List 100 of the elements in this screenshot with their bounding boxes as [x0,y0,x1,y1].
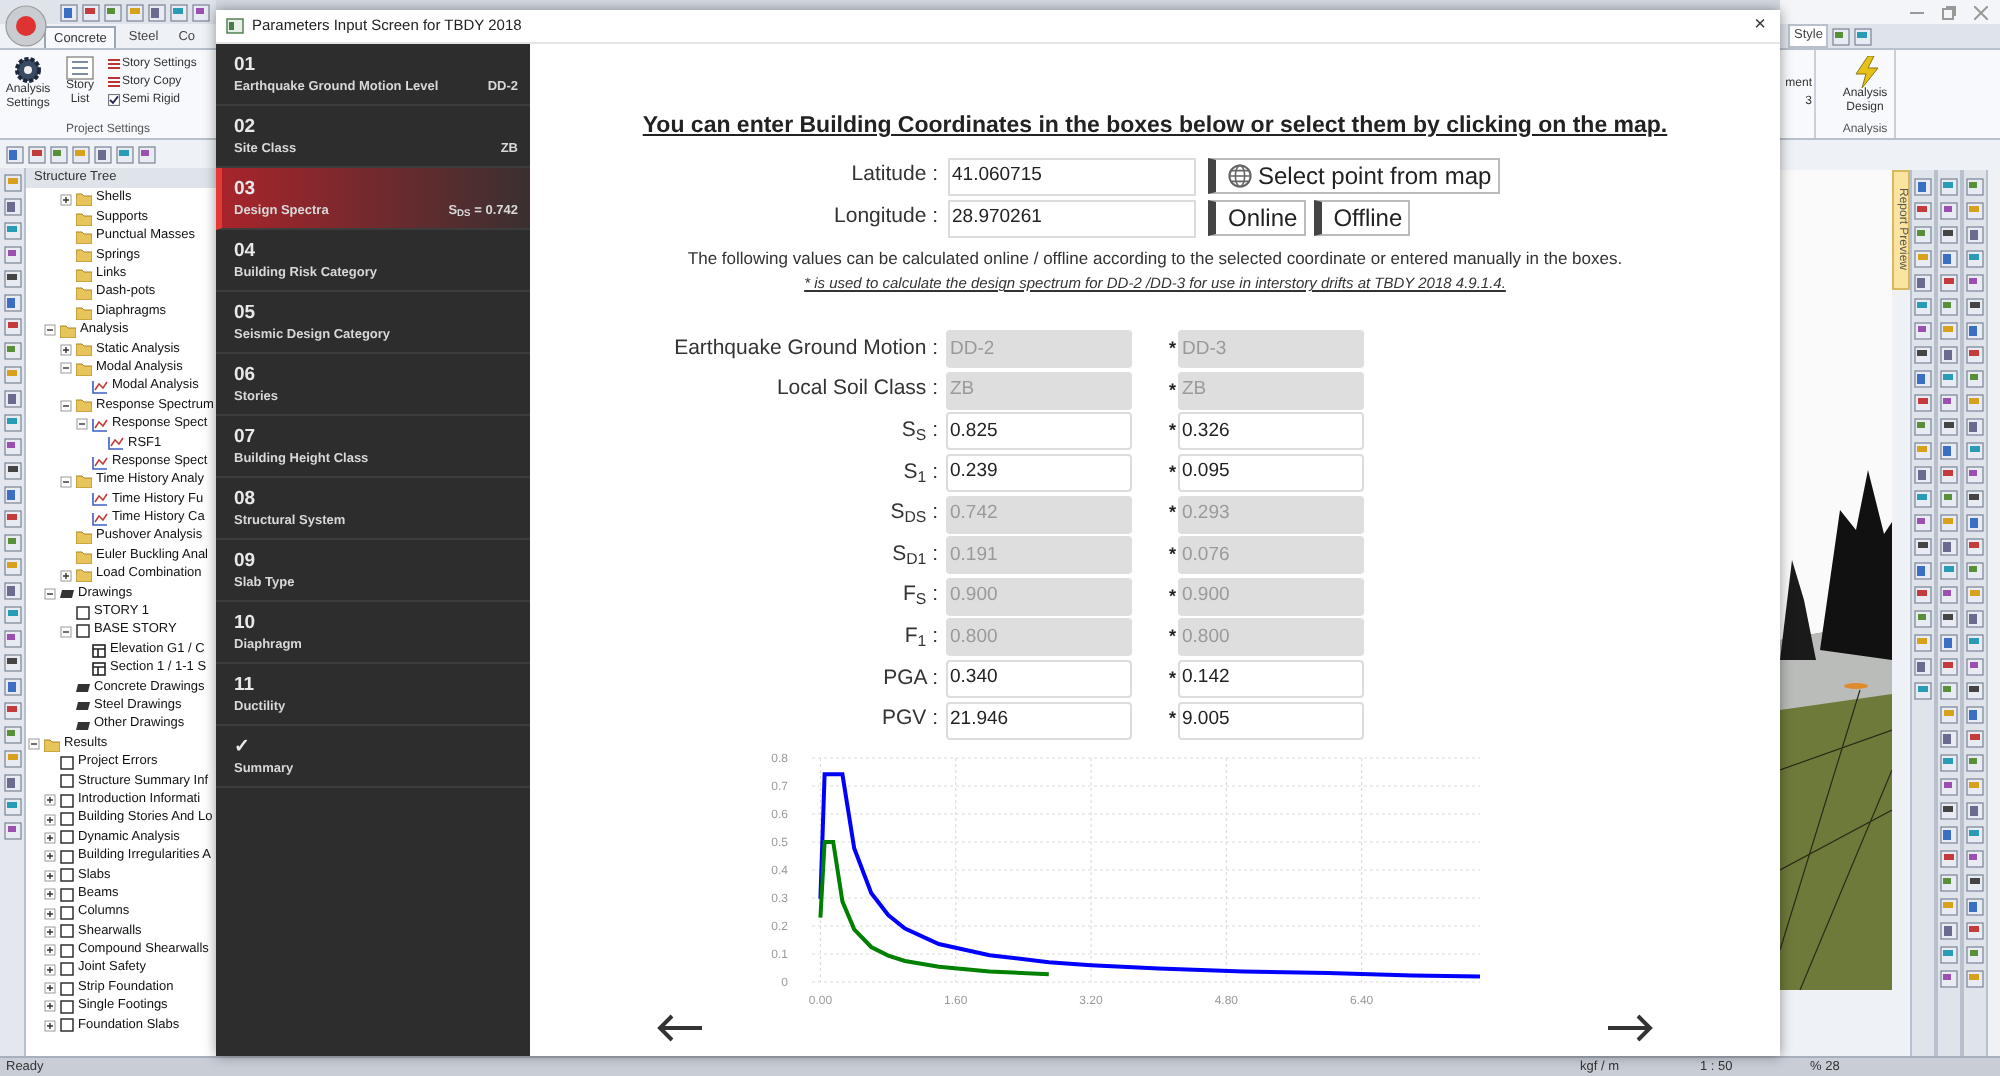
tool-icon[interactable] [1966,730,1984,748]
tree-toggle[interactable] [43,1000,55,1013]
tool-icon[interactable] [192,3,210,21]
input-field[interactable]: 0.142 [1178,660,1364,698]
tool-icon[interactable] [3,246,21,264]
tool-icon[interactable] [1966,298,1984,316]
tool-icon[interactable] [60,3,78,21]
tree-toggle[interactable] [43,982,55,995]
tool-icon[interactable] [28,145,46,163]
tool-icon[interactable] [6,145,24,163]
tool-icon[interactable] [1966,850,1984,868]
tool-icon[interactable] [148,3,166,21]
input-field[interactable]: 0.239 [946,454,1132,493]
tool-icon[interactable] [1940,778,1958,796]
input-field[interactable]: 9.005 [1178,701,1364,740]
input-field[interactable]: 0.095 [1178,454,1364,493]
input-field[interactable]: 0.340 [946,660,1132,698]
tree-toggle[interactable] [59,569,71,581]
tool-icon[interactable] [1914,586,1932,604]
tree-toggle[interactable] [43,813,55,826]
tool-icon[interactable] [1940,610,1958,628]
tool-icon[interactable] [3,582,21,600]
tree-toggle[interactable] [43,925,55,938]
tool-icon[interactable] [1966,658,1984,676]
tree-toggle[interactable] [43,944,55,957]
input-field[interactable]: 21.946 [946,701,1132,740]
tool-icon[interactable] [3,702,21,720]
tool-icon[interactable] [138,145,156,163]
tree-toggle[interactable] [43,907,55,920]
tool-icon[interactable] [3,438,21,456]
tree-toggle[interactable] [43,831,55,844]
tree-toggle[interactable] [59,343,71,356]
tool-icon[interactable] [94,145,112,163]
tool-icon[interactable] [3,486,21,504]
tool-icon[interactable] [3,318,21,336]
close-button[interactable]: × [1750,16,1770,36]
tool-icon[interactable] [1914,394,1932,412]
tree-toggle[interactable] [59,399,71,412]
tool-icon[interactable] [1914,346,1932,364]
tool-icon[interactable] [3,630,21,648]
close-icon[interactable] [1974,5,1988,19]
checkbox[interactable] [108,94,120,106]
select-map-button[interactable]: Select point from map [1208,158,1500,195]
tree-toggle[interactable] [59,625,71,638]
mode-button[interactable]: Offline [1313,200,1411,237]
next-button[interactable] [1604,1011,1656,1044]
tool-icon[interactable] [1966,874,1984,892]
tool-icon[interactable] [1940,394,1958,412]
tree-toggle[interactable] [59,362,71,375]
tool-icon[interactable] [3,774,21,792]
tool-icon[interactable] [3,270,21,288]
tree-toggle[interactable] [59,475,71,488]
tool-icon[interactable] [3,198,21,216]
tool-icon[interactable] [3,510,21,528]
tool-icon[interactable] [3,654,21,672]
back-button[interactable] [654,1011,706,1044]
tool-icon[interactable] [3,462,21,480]
tool-icon[interactable] [1914,538,1932,556]
tree-toggle[interactable] [43,587,55,600]
tree-toggle[interactable] [43,794,55,807]
tool-icon[interactable] [82,3,100,21]
tool-icon[interactable] [3,294,21,312]
tool-icon[interactable] [1966,538,1984,556]
tool-icon[interactable] [1966,490,1984,508]
input-field[interactable]: 0.825 [946,412,1132,451]
restore-icon[interactable] [1942,5,1956,19]
tool-icon[interactable] [1940,658,1958,676]
tree-toggle[interactable] [43,869,55,882]
tool-icon[interactable] [1940,418,1958,436]
tree-toggle[interactable] [43,1019,55,1032]
tool-icon[interactable] [1940,466,1958,484]
tool-icon[interactable] [1914,514,1932,532]
tool-icon[interactable] [1940,274,1958,292]
tool-icon[interactable] [1966,682,1984,700]
tool-icon[interactable] [3,822,21,840]
input-field[interactable]: 0.326 [1178,412,1364,451]
tool-icon[interactable] [1940,802,1958,820]
tree-toggle[interactable] [43,324,55,337]
tool-icon[interactable] [1966,274,1984,292]
tool-icon[interactable] [1966,922,1984,940]
tool-icon[interactable] [1914,322,1932,340]
tool-icon[interactable] [1940,202,1958,220]
tool-icon[interactable] [1940,850,1958,868]
tree-toggle[interactable] [75,418,87,431]
tool-icon[interactable] [1940,586,1958,604]
input-field[interactable]: 41.060715 [948,157,1196,196]
tool-icon[interactable] [1966,466,1984,484]
tool-icon[interactable] [3,390,21,408]
tree-toggle[interactable] [43,963,55,976]
input-field[interactable]: 28.970261 [948,199,1196,238]
tool-icon[interactable] [1966,346,1984,364]
tree-toggle[interactable] [43,850,55,863]
mode-button[interactable]: Online [1208,200,1306,237]
tree-toggle[interactable] [27,738,39,751]
tool-icon[interactable] [3,678,21,696]
tree-toggle[interactable] [59,193,71,206]
tool-icon[interactable] [1914,178,1932,196]
tool-icon[interactable] [1940,226,1958,244]
tool-icon[interactable] [1940,970,1958,988]
tree-toggle[interactable] [43,888,55,901]
